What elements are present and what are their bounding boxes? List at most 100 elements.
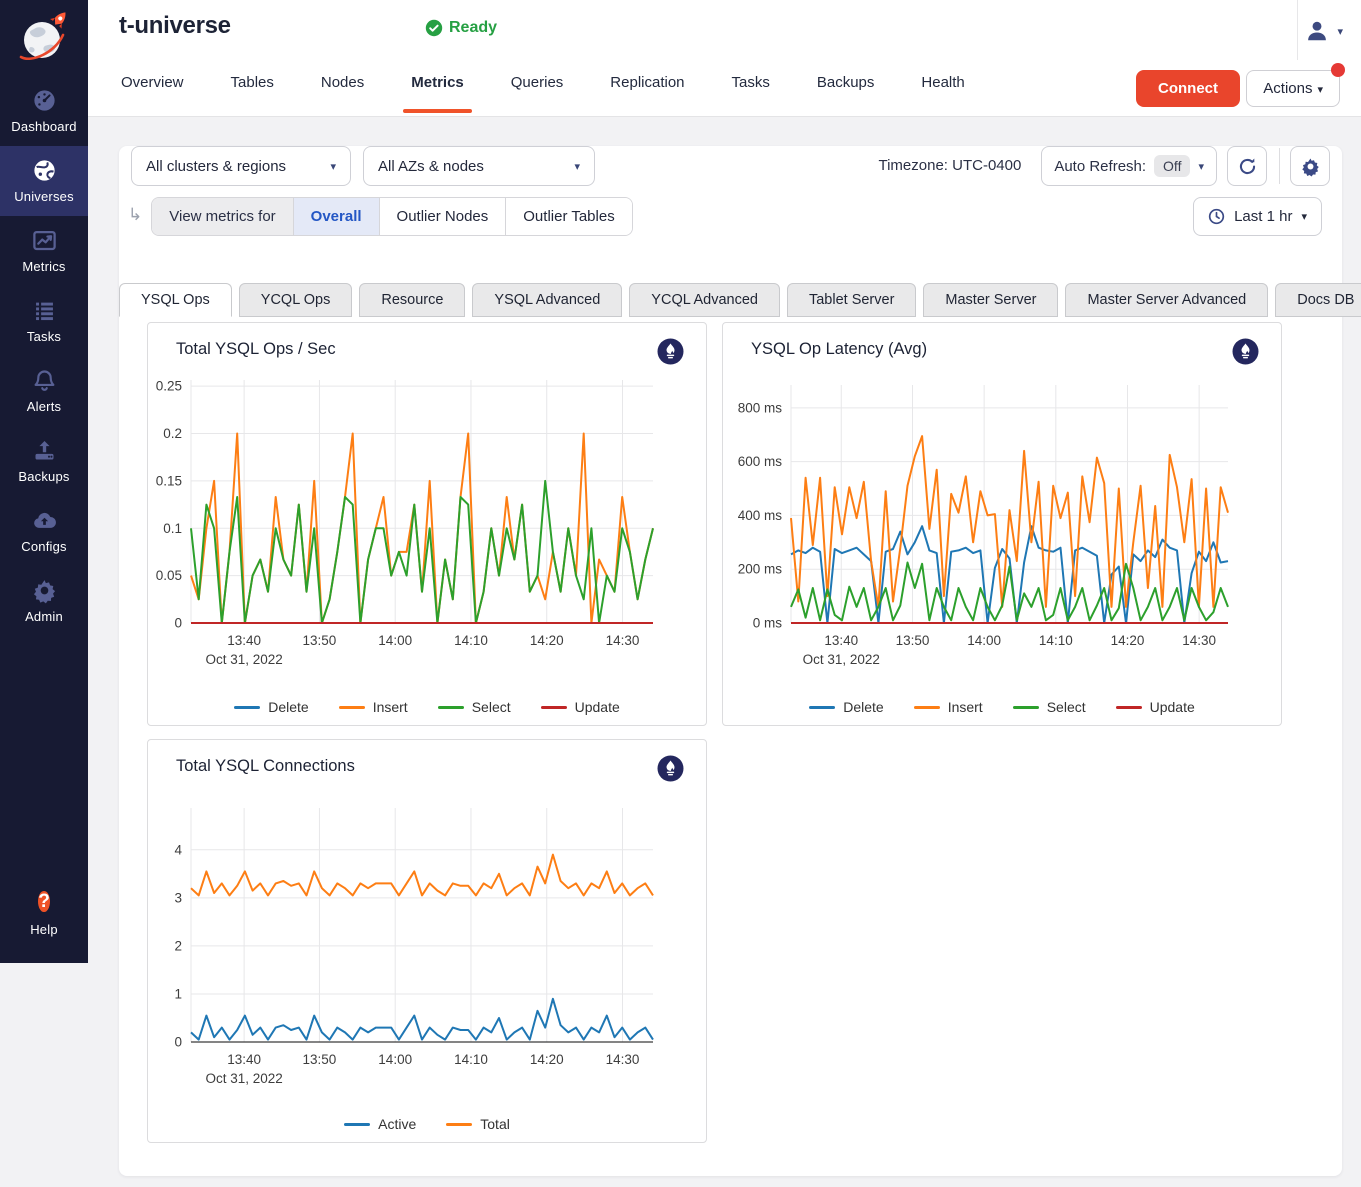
legend-label: Insert bbox=[948, 699, 983, 715]
legend-item-insert[interactable]: Insert bbox=[914, 699, 983, 715]
legend-label: Active bbox=[378, 1116, 416, 1132]
status-badge: Ready bbox=[425, 19, 497, 37]
svg-text:600 ms: 600 ms bbox=[738, 454, 783, 469]
refresh-button[interactable] bbox=[1227, 146, 1267, 186]
sidebar-item-alerts[interactable]: Alerts bbox=[0, 356, 88, 426]
tab-queries[interactable]: Queries bbox=[509, 74, 566, 116]
svg-text:0.05: 0.05 bbox=[156, 568, 182, 583]
chevron-down-icon: ▾ bbox=[330, 160, 336, 173]
tab-tasks[interactable]: Tasks bbox=[730, 74, 772, 116]
chart-svg: 13:4013:5014:0014:1014:2014:30Oct 31, 20… bbox=[723, 323, 1281, 725]
sidebar-item-label: Alerts bbox=[0, 399, 88, 414]
tab-ycql-advanced[interactable]: YCQL Advanced bbox=[629, 283, 780, 317]
tab-tables[interactable]: Tables bbox=[229, 74, 276, 116]
tab-tablet-server[interactable]: Tablet Server bbox=[787, 283, 916, 317]
charts-grid: 13:40 13:50 14:00 14:10 14:20 14:30 Oct 31, 20… bbox=[147, 322, 1307, 1143]
legend-swatch bbox=[1013, 706, 1039, 709]
az-node-select[interactable]: All AZs & nodes ▾ bbox=[363, 146, 595, 186]
legend-swatch bbox=[914, 706, 940, 709]
tab-metrics[interactable]: Metrics bbox=[409, 74, 466, 116]
user-menu[interactable]: ▾ bbox=[1304, 18, 1343, 44]
tab-docs-db[interactable]: Docs DB bbox=[1275, 283, 1361, 317]
series-line-select bbox=[191, 481, 653, 623]
user-avatar-icon bbox=[1304, 18, 1330, 44]
tab-master-server-advanced[interactable]: Master Server Advanced bbox=[1065, 283, 1268, 317]
sidebar-item-help[interactable]: ? Help bbox=[0, 875, 88, 949]
prometheus-icon[interactable] bbox=[657, 755, 684, 787]
svg-text:13:40: 13:40 bbox=[227, 633, 261, 648]
tab-backups[interactable]: Backups bbox=[815, 74, 877, 116]
chevron-down-icon: ▾ bbox=[1301, 210, 1307, 223]
view-tab-overall[interactable]: Overall bbox=[293, 198, 379, 235]
upload-icon bbox=[0, 437, 88, 465]
svg-text:14:10: 14:10 bbox=[454, 633, 488, 648]
metric-tabs: YSQL Ops YCQL Ops Resource YSQL Advanced… bbox=[119, 283, 1342, 317]
chart-plot-area: 13:4013:5014:0014:1014:2014:30Oct 31, 20… bbox=[148, 740, 706, 1142]
legend-label: Select bbox=[472, 699, 511, 715]
view-tab-outlier-tables[interactable]: Outlier Tables bbox=[505, 198, 631, 235]
sidebar-item-metrics[interactable]: Metrics bbox=[0, 216, 88, 286]
svg-text:13:50: 13:50 bbox=[303, 1052, 337, 1067]
sidebar-item-configs[interactable]: Configs bbox=[0, 496, 88, 566]
tab-nodes[interactable]: Nodes bbox=[319, 74, 366, 116]
view-metrics-row: ↳ View metrics for Overall Outlier Nodes… bbox=[119, 197, 1342, 236]
auto-refresh-control[interactable]: Auto Refresh: Off ▾ bbox=[1041, 146, 1217, 186]
header: t-universe Ready ▾ Overview Tables Nodes… bbox=[88, 0, 1361, 117]
list-icon bbox=[0, 297, 88, 325]
svg-text:0.25: 0.25 bbox=[156, 379, 182, 394]
legend-label: Delete bbox=[268, 699, 308, 715]
tab-overview[interactable]: Overview bbox=[119, 74, 186, 116]
legend-item-active[interactable]: Active bbox=[344, 1116, 416, 1132]
sidebar-item-dashboard[interactable]: Dashboard bbox=[0, 76, 88, 146]
view-tab-outlier-nodes[interactable]: Outlier Nodes bbox=[379, 198, 506, 235]
tab-health[interactable]: Health bbox=[919, 74, 966, 116]
actions-button[interactable]: Actions▾ bbox=[1246, 70, 1340, 107]
sidebar-item-tasks[interactable]: Tasks bbox=[0, 286, 88, 356]
svg-text:2: 2 bbox=[174, 938, 182, 953]
legend-swatch bbox=[541, 706, 567, 709]
svg-text:400 ms: 400 ms bbox=[738, 508, 783, 523]
sidebar-item-backups[interactable]: Backups bbox=[0, 426, 88, 496]
tab-ysql-ops[interactable]: YSQL Ops bbox=[119, 283, 232, 317]
connect-button[interactable]: Connect bbox=[1136, 70, 1240, 107]
legend-item-insert[interactable]: Insert bbox=[339, 699, 408, 715]
prometheus-icon[interactable] bbox=[657, 338, 684, 370]
legend-item-delete[interactable]: Delete bbox=[809, 699, 883, 715]
chart-title: Total YSQL Connections bbox=[176, 757, 355, 776]
svg-text:14:20: 14:20 bbox=[1111, 633, 1145, 648]
legend-item-total[interactable]: Total bbox=[446, 1116, 510, 1132]
legend-item-delete[interactable]: Delete bbox=[234, 699, 308, 715]
sidebar-item-admin[interactable]: Admin bbox=[0, 566, 88, 636]
sidebar-item-universes[interactable]: Universes bbox=[0, 146, 88, 216]
sidebar-item-label: Universes bbox=[0, 189, 88, 204]
svg-text:14:00: 14:00 bbox=[967, 633, 1001, 648]
svg-text:0.1: 0.1 bbox=[163, 521, 182, 536]
tab-resource[interactable]: Resource bbox=[359, 283, 465, 317]
tab-master-server[interactable]: Master Server bbox=[923, 283, 1058, 317]
tab-replication[interactable]: Replication bbox=[608, 74, 686, 116]
tab-ysql-advanced[interactable]: YSQL Advanced bbox=[472, 283, 622, 317]
legend-label: Update bbox=[575, 699, 620, 715]
svg-text:Oct 31, 2022: Oct 31, 2022 bbox=[803, 652, 880, 667]
chart-icon bbox=[0, 227, 88, 255]
cluster-region-select[interactable]: All clusters & regions ▾ bbox=[131, 146, 351, 186]
time-range-select[interactable]: Last 1 hr ▾ bbox=[1193, 197, 1322, 236]
tab-ycql-ops[interactable]: YCQL Ops bbox=[239, 283, 353, 317]
svg-text:0.2: 0.2 bbox=[163, 426, 182, 441]
svg-text:Oct 31, 2022: Oct 31, 2022 bbox=[205, 652, 282, 667]
time-range-value: Last 1 hr bbox=[1234, 208, 1292, 225]
view-metrics-segmented-control: View metrics for Overall Outlier Nodes O… bbox=[151, 197, 632, 236]
prometheus-icon[interactable] bbox=[1232, 338, 1259, 370]
settings-button[interactable] bbox=[1290, 146, 1330, 186]
legend-item-select[interactable]: Select bbox=[1013, 699, 1086, 715]
legend-item-update[interactable]: Update bbox=[1116, 699, 1195, 715]
header-divider bbox=[1297, 0, 1298, 60]
gear-icon bbox=[1300, 156, 1321, 177]
legend-item-select[interactable]: Select bbox=[438, 699, 511, 715]
chevron-down-icon: ▾ bbox=[1198, 160, 1204, 173]
svg-text:14:30: 14:30 bbox=[1182, 633, 1216, 648]
yugabyte-logo[interactable] bbox=[0, 0, 88, 76]
chart-plot-area: 13:4013:5014:0014:1014:2014:30Oct 31, 20… bbox=[723, 323, 1281, 725]
svg-text:800 ms: 800 ms bbox=[738, 400, 783, 415]
legend-item-update[interactable]: Update bbox=[541, 699, 620, 715]
